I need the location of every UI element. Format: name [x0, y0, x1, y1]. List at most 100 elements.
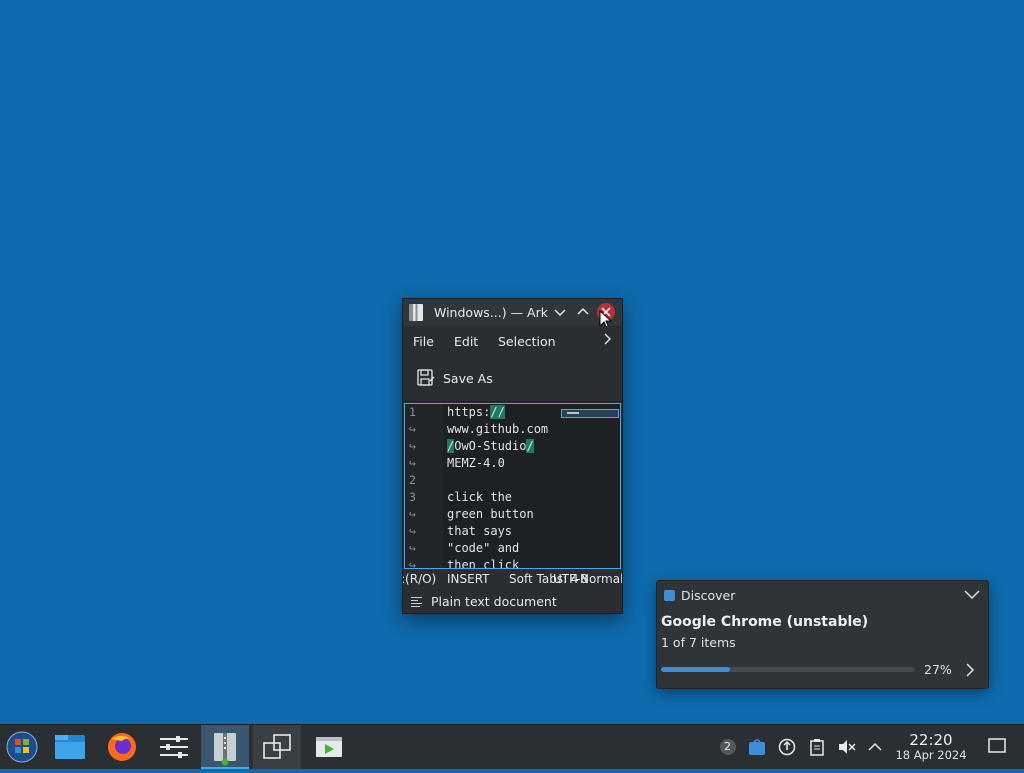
line-number: 2: [409, 473, 416, 487]
line-number: ↪: [409, 541, 416, 555]
code-line: ↪ green button: [405, 506, 620, 523]
line-text: MEMZ-4.0: [447, 456, 505, 470]
line-number: ↪: [409, 507, 416, 521]
menu-edit[interactable]: Edit: [454, 334, 478, 349]
line-number: ↪: [409, 456, 416, 470]
collapse-notification-button[interactable]: [963, 588, 981, 602]
notification-title: Google Chrome (unstable): [661, 614, 869, 630]
mode-indicator[interactable]: Normal: [580, 572, 622, 586]
text-lines-icon: [411, 597, 422, 609]
notification-items: 1 of 7 items: [661, 635, 736, 650]
line-text-part: OwO-Studio: [454, 439, 527, 453]
line-number: ↪: [409, 422, 416, 436]
ark-app-icon[interactable]: [409, 304, 423, 321]
code-line: ↪ /OwO-Studio/: [405, 438, 620, 455]
code-line: 1 https://: [405, 404, 620, 421]
notification-app-name: Discover: [681, 588, 736, 603]
menu-overflow-button[interactable]: [603, 332, 613, 350]
line-number: ↪: [409, 439, 416, 453]
line-text-part: https:: [447, 405, 491, 419]
download-notification[interactable]: Discover Google Chrome (unstable) 1 of 7…: [656, 580, 989, 689]
input-mode-indicator[interactable]: INSERT: [447, 572, 490, 586]
maximize-button[interactable]: [574, 303, 592, 321]
firefox-icon: [108, 733, 136, 761]
line-text: www.github.com: [447, 422, 549, 436]
readonly-indicator[interactable]: :(R/O): [403, 572, 436, 586]
line-number: 3: [409, 490, 416, 504]
line-number: 1: [409, 405, 416, 419]
code-line: ↪ "code" and: [405, 540, 620, 557]
firefox-button[interactable]: [98, 725, 146, 769]
progress-fill: [661, 667, 730, 672]
code-line: 3 click the: [405, 489, 620, 506]
chevron-right-icon: [604, 333, 611, 345]
clock-time: 22:20: [909, 731, 953, 749]
line-text: https://: [447, 405, 505, 419]
discover-icon: [664, 590, 675, 601]
clipboard-icon: [810, 739, 824, 756]
clock-date: 18 Apr 2024: [895, 748, 967, 762]
line-number: ↪: [409, 558, 416, 569]
save-as-label: Save As: [443, 371, 493, 386]
line-text: /OwO-Studio/: [447, 439, 534, 453]
volume-muted-icon: [839, 740, 856, 754]
document-type-bar: Plain text document: [403, 591, 622, 613]
notifications-icon: [988, 738, 1006, 753]
code-line: ↪ www.github.com: [405, 421, 620, 438]
line-text: green button: [447, 507, 534, 521]
updates-tray-button[interactable]: 2: [718, 737, 738, 761]
bracket-highlight: /: [526, 439, 534, 453]
network-icon: [778, 738, 796, 756]
line-text: click the: [447, 490, 513, 504]
progress-bar: [661, 667, 915, 672]
editor-status-bar: :(R/O) INSERT Soft Tabs: 4 UTF-8 Normal: [403, 569, 622, 589]
system-settings-button[interactable]: [150, 725, 198, 769]
bracket-highlight: /: [497, 405, 505, 419]
network-tray-button[interactable]: [778, 738, 796, 760]
line-text: that says: [447, 524, 513, 538]
open-details-button[interactable]: [964, 661, 976, 679]
media-player-icon: [316, 737, 342, 757]
code-line: ↪ MEMZ-4.0: [405, 455, 620, 472]
updates-count: 2: [724, 740, 731, 753]
show-hidden-icons-button[interactable]: [867, 738, 883, 760]
minimize-button[interactable]: [551, 303, 569, 321]
show-desktop-button[interactable]: [253, 725, 301, 769]
line-text: "code" and: [447, 541, 520, 555]
chevron-up-icon: [577, 307, 589, 315]
toolbar: Save As: [403, 356, 622, 402]
volume-tray-button[interactable]: [837, 738, 857, 760]
file-manager-button[interactable]: [46, 725, 94, 769]
chevron-down-icon: [554, 309, 566, 317]
clipboard-tray-button[interactable]: [808, 738, 826, 760]
window-title: Windows...) — Ark: [434, 305, 548, 320]
code-line: ↪ then click: [405, 557, 620, 569]
application-launcher-button[interactable]: [0, 725, 48, 769]
bracket-highlight: /: [490, 405, 498, 419]
document-type-label: Plain text document: [431, 594, 557, 609]
save-as-icon: [417, 369, 435, 386]
line-number: ↪: [409, 524, 416, 538]
menu-file[interactable]: File: [413, 334, 434, 349]
text-editor[interactable]: 1 https:// ↪ www.github.com ↪ /OwO-Studi…: [404, 403, 621, 569]
ark-window: Windows...) — Ark File Edit Selection Sa: [402, 298, 623, 614]
discover-tray-button[interactable]: [748, 738, 766, 760]
settings-icon: [160, 736, 188, 758]
file-manager-icon: [55, 735, 85, 759]
progress-percent: 27%: [924, 662, 952, 677]
digital-clock[interactable]: 22:20 18 Apr 2024: [893, 731, 969, 762]
chevron-up-icon: [868, 742, 882, 751]
ark-task-button[interactable]: [201, 725, 249, 769]
ark-icon: [214, 733, 236, 766]
desktop-icon: [263, 734, 291, 759]
window-titlebar[interactable]: Windows...) — Ark: [403, 299, 622, 330]
discover-tray-icon: [749, 739, 765, 755]
media-player-button[interactable]: [305, 725, 353, 769]
show-desktop-corner-button[interactable]: [988, 738, 1006, 758]
line-text: then click: [447, 558, 520, 569]
taskbar: 2 22:20 18 Apr 2024: [0, 724, 1024, 769]
code-line: ↪ that says: [405, 523, 620, 540]
application-launcher-icon: [6, 731, 38, 763]
menu-bar: File Edit Selection: [403, 326, 622, 356]
menu-selection[interactable]: Selection: [498, 334, 556, 349]
